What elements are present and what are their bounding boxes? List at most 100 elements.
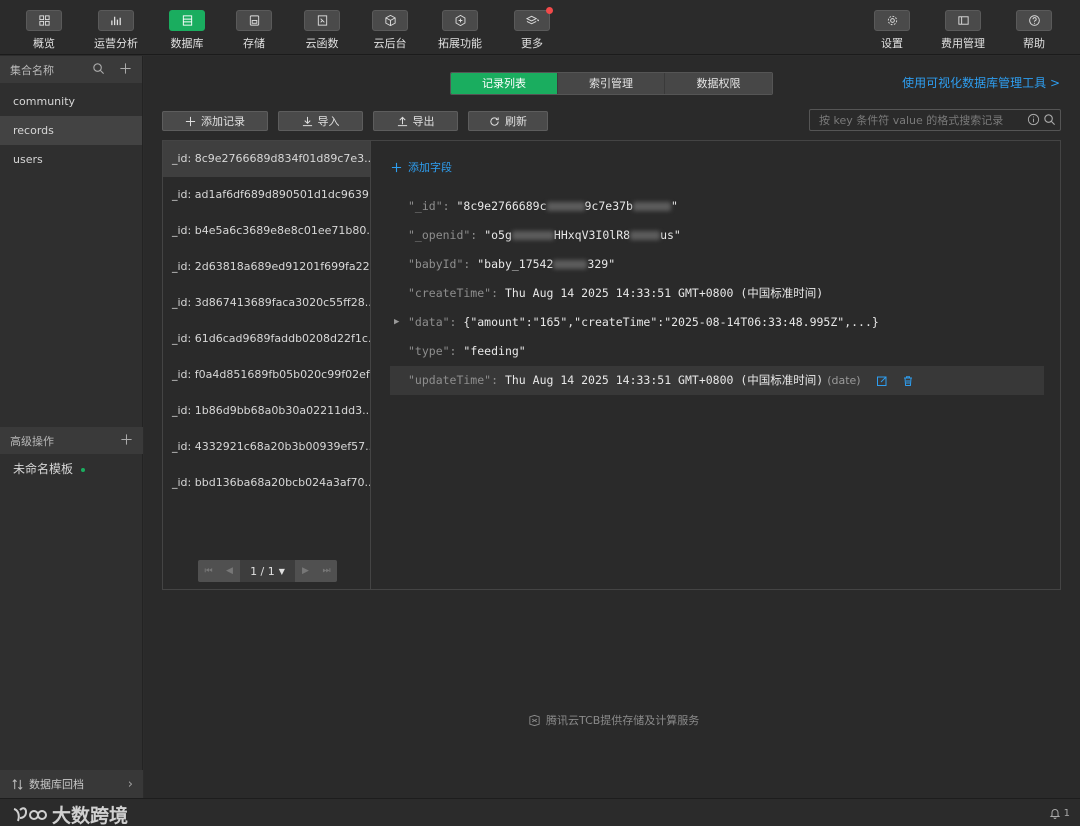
tab-record-list[interactable]: 记录列表: [451, 73, 558, 94]
refresh-button[interactable]: 刷新: [468, 111, 548, 131]
bar-chart-icon: [98, 10, 134, 31]
trash-icon[interactable]: [902, 375, 914, 387]
search-icon[interactable]: [1043, 113, 1056, 126]
add-record-button[interactable]: 添加记录: [162, 111, 268, 131]
collection-item-records[interactable]: records: [0, 116, 142, 145]
notification-bell[interactable]: 1: [1049, 807, 1070, 819]
database-rollback-button[interactable]: 数据库回档 ›: [0, 770, 143, 798]
record-search-input[interactable]: [810, 110, 1020, 130]
field-row-updatetime[interactable]: "updateTime": Thu Aug 14 2025 14:33:51 G…: [390, 366, 1044, 395]
tab-data-permissions[interactable]: 数据权限: [665, 73, 772, 94]
watermark-logo-icon: [13, 806, 48, 821]
import-button[interactable]: 导入: [278, 111, 363, 131]
toolbar-billing-button[interactable]: 费用管理: [933, 10, 993, 51]
advanced-header: 高级操作: [0, 427, 143, 454]
edit-icon[interactable]: [876, 375, 888, 387]
next-page-button[interactable]: ▶: [295, 560, 316, 582]
collections-header: 集合名称: [0, 56, 142, 83]
field-value: Thu Aug 14 2025 14:33:51 GMT+0800 (中国标准时…: [504, 373, 824, 387]
main-content: 记录列表 索引管理 数据权限 使用可视化数据库管理工具 > 添加记录 导入 导出…: [144, 56, 1080, 798]
toolbar-help-button[interactable]: 帮助: [1004, 10, 1064, 51]
status-bar: 大数跨境 1: [0, 798, 1080, 826]
toolbar-settings-button[interactable]: 设置: [862, 10, 922, 51]
refresh-label: 刷新: [505, 115, 527, 128]
top-toolbar: 概览 运营分析 数据库 存储 云函数 云后台 拓展功能 更多 设置 费用管理 帮…: [0, 0, 1080, 55]
toolbar-cloud-function-label: 云函数: [305, 37, 339, 50]
record-item[interactable]: _id: ad1af6df689d890501d1dc9639...: [163, 177, 370, 213]
record-item[interactable]: _id: 61d6cad9689faddb0208d22f1c...: [163, 321, 370, 357]
visual-db-tool-link[interactable]: 使用可视化数据库管理工具 >: [902, 74, 1060, 91]
watermark-text: 大数跨境: [52, 805, 129, 826]
toolbar-more-label: 更多: [521, 37, 543, 50]
record-item[interactable]: _id: 1b86d9bb68a0b30a02211dd3...: [163, 393, 370, 429]
record-item[interactable]: _id: bbd136ba68a20bcb024a3af70...: [163, 465, 370, 501]
expand-triangle-icon[interactable]: ▶: [394, 308, 399, 337]
field-key: "updateTime":: [408, 373, 499, 387]
toolbar-analytics-label: 运营分析: [94, 37, 138, 50]
cube-icon: [372, 10, 408, 31]
redacted-mask: [632, 202, 671, 211]
toolbar-cloud-admin-label: 云后台: [373, 37, 407, 50]
add-template-icon[interactable]: [120, 433, 133, 446]
toolbar-analytics-button[interactable]: 运营分析: [86, 10, 146, 51]
field-key: "_openid":: [408, 228, 478, 242]
toolbar-billing-label: 费用管理: [941, 37, 985, 50]
redacted-mask: [630, 231, 661, 240]
prev-page-button[interactable]: ◀: [219, 560, 240, 582]
toolbar-more-button[interactable]: 更多: [502, 7, 562, 51]
record-item[interactable]: _id: 8c9e2766689d834f01d89c7e3...: [163, 141, 370, 177]
page-select[interactable]: 1 / 1 ▼: [240, 560, 295, 582]
field-value: {"amount":"165","createTime":"2025-08-14…: [463, 315, 879, 329]
billing-icon: [945, 10, 981, 31]
export-button[interactable]: 导出: [373, 111, 458, 131]
toolbar-cloud-function-button[interactable]: 云函数: [292, 10, 352, 51]
toolbar-cloud-admin-button[interactable]: 云后台: [360, 10, 420, 51]
records-panel: _id: 8c9e2766689d834f01d89c7e3... _id: a…: [162, 140, 1061, 590]
add-collection-icon[interactable]: [119, 62, 132, 75]
field-row-id[interactable]: "_id": "8c9e2766689c 9c7e37b ": [390, 192, 1044, 221]
field-row-createtime[interactable]: "createTime": Thu Aug 14 2025 14:33:51 G…: [390, 279, 1044, 308]
tab-index-management[interactable]: 索引管理: [558, 73, 665, 94]
field-value: "baby_17542 329": [477, 257, 616, 271]
search-icon[interactable]: [92, 62, 105, 75]
field-row-type[interactable]: "type": "feeding": [390, 337, 1044, 366]
chevron-down-icon: ▼: [278, 566, 285, 576]
chevron-right-icon: ›: [127, 776, 133, 792]
field-row-data[interactable]: ▶ "data": {"amount":"165","createTime":"…: [390, 308, 1044, 337]
add-field-button[interactable]: 添加字段: [391, 159, 452, 175]
toolbar-extensions-label: 拓展功能: [438, 37, 482, 50]
record-search-box: [809, 109, 1061, 131]
toolbar-storage-button[interactable]: 存储: [224, 10, 284, 51]
grid-icon: [26, 10, 62, 31]
record-item[interactable]: _id: 3d867413689faca3020c55ff28...: [163, 285, 370, 321]
download-icon: [302, 116, 312, 126]
add-record-label: 添加记录: [201, 115, 245, 128]
record-list: _id: 8c9e2766689d834f01d89c7e3... _id: a…: [163, 141, 371, 589]
field-row-babyid[interactable]: "babyId": "baby_17542 329": [390, 250, 1044, 279]
record-item[interactable]: _id: 4332921c68a20b3b00939ef57...: [163, 429, 370, 465]
first-page-button[interactable]: ⏮: [198, 560, 219, 582]
toolbar-extensions-button[interactable]: 拓展功能: [430, 10, 490, 51]
last-page-button[interactable]: ⏭: [316, 560, 337, 582]
record-item[interactable]: _id: 2d63818a689ed91201f699fa22...: [163, 249, 370, 285]
function-icon: [304, 10, 340, 31]
field-value: "8c9e2766689c 9c7e37b ": [456, 199, 678, 213]
field-row-openid[interactable]: "_openid": "o5g HHxqV3I0lR8 us": [390, 221, 1044, 250]
toolbar-database-label: 数据库: [170, 37, 204, 50]
collection-item-users[interactable]: users: [0, 145, 142, 174]
collection-item-community[interactable]: community: [0, 87, 142, 116]
toolbar-overview-button[interactable]: 概览: [14, 10, 74, 51]
collection-list: community records users: [0, 87, 142, 174]
notification-dot: [546, 7, 553, 14]
toolbar-database-button[interactable]: 数据库: [157, 10, 217, 51]
info-icon[interactable]: [1027, 113, 1040, 126]
import-label: 导入: [317, 115, 340, 128]
storage-icon: [236, 10, 272, 31]
gear-icon: [874, 10, 910, 31]
advanced-title: 高级操作: [10, 434, 54, 448]
record-item[interactable]: _id: b4e5a6c3689e8e8c01ee71b80...: [163, 213, 370, 249]
record-item[interactable]: _id: f0a4d851689fb05b020c99f02ef...: [163, 357, 370, 393]
template-item[interactable]: 未命名模板: [0, 454, 143, 484]
toolbar-overview-label: 概览: [33, 37, 55, 50]
advanced-section: 高级操作 未命名模板: [0, 427, 143, 484]
